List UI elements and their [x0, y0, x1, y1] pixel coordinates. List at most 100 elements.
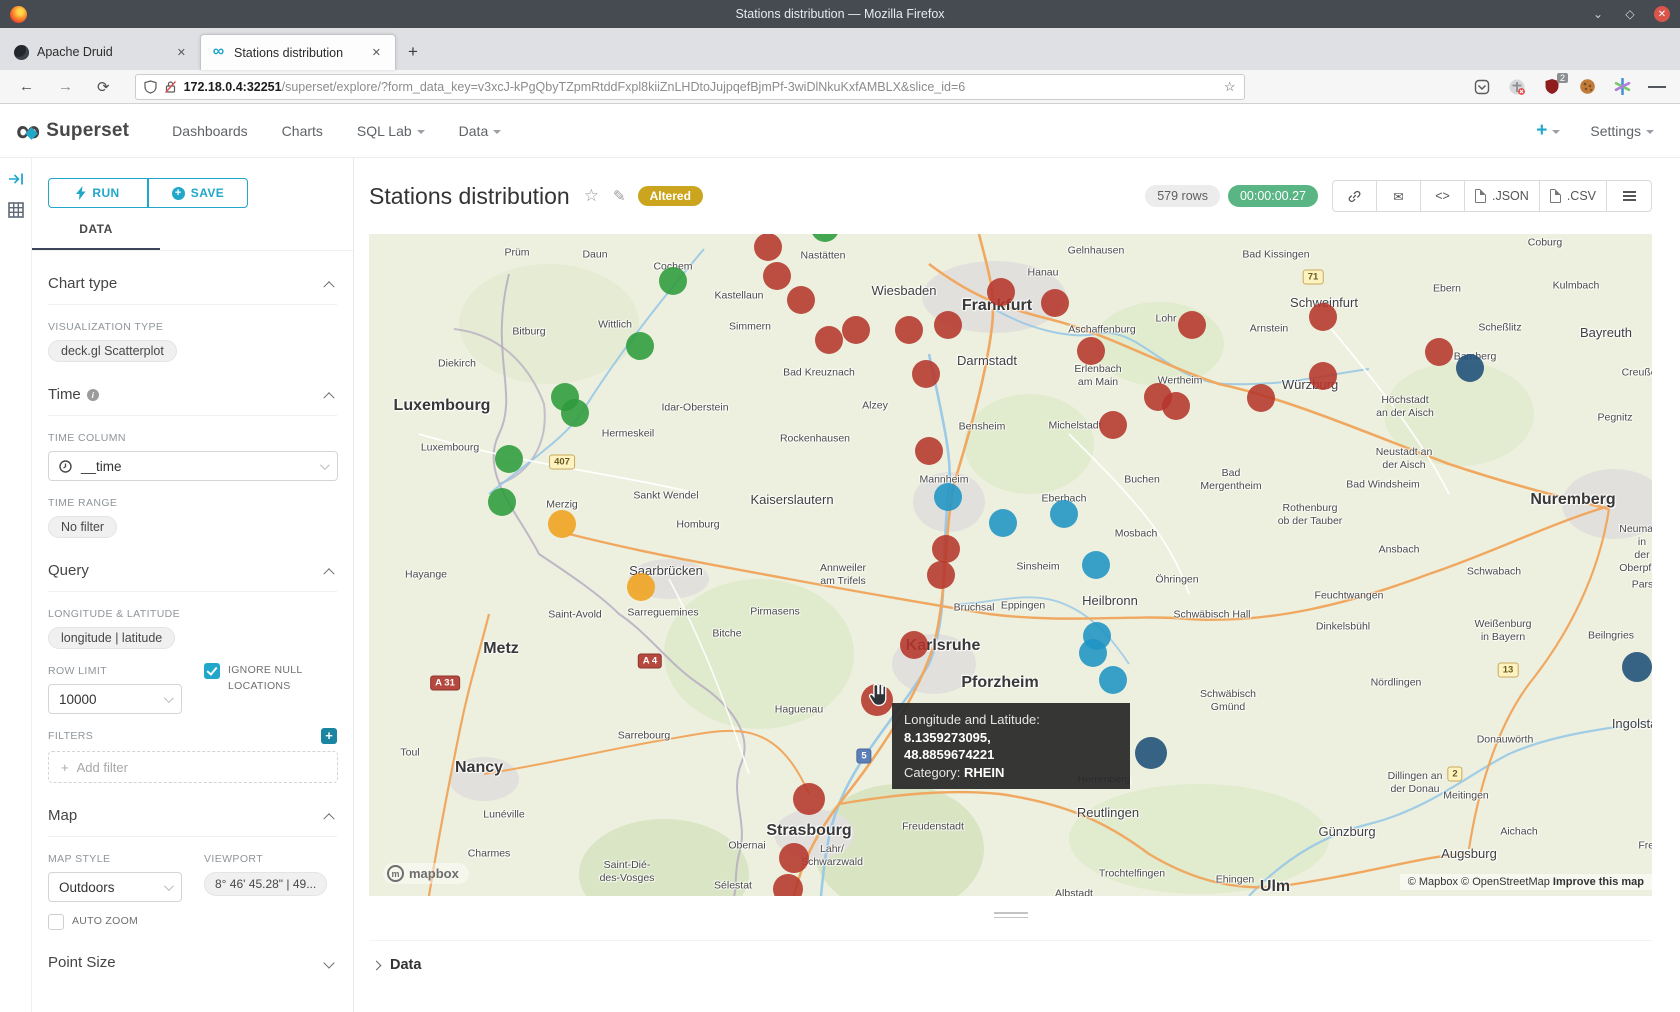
pocket-icon[interactable] — [1473, 78, 1491, 96]
chart-menu-button[interactable] — [1607, 181, 1651, 211]
scatter-point[interactable] — [659, 267, 687, 295]
nav-item-data[interactable]: Data — [442, 123, 519, 139]
scatter-point[interactable] — [1425, 338, 1453, 366]
scatter-point[interactable] — [912, 360, 940, 388]
scatter-point[interactable] — [1079, 639, 1107, 667]
scatter-point[interactable] — [495, 445, 523, 473]
window-maximize-button[interactable]: ◇ — [1622, 6, 1638, 22]
scatter-point[interactable] — [488, 488, 516, 516]
datasource-grid-icon[interactable] — [8, 202, 24, 218]
expand-panel-icon[interactable] — [8, 172, 24, 186]
scatter-point[interactable] — [927, 561, 955, 589]
scatter-point[interactable] — [773, 874, 803, 896]
scatter-point[interactable] — [1456, 354, 1484, 382]
scatter-point[interactable] — [1247, 384, 1275, 412]
scatter-point[interactable] — [900, 631, 928, 659]
auto-zoom-checkbox[interactable] — [48, 914, 64, 930]
scatter-point[interactable] — [934, 483, 962, 511]
scatter-point[interactable] — [1135, 737, 1167, 769]
extension-disabled-icon[interactable] — [1508, 78, 1526, 96]
window-close-button[interactable]: ✕ — [1654, 6, 1670, 22]
export-csv-button[interactable]: .CSV — [1540, 181, 1607, 211]
data-collapse-panel[interactable]: Data — [369, 940, 1652, 973]
row-limit-select[interactable]: 10000 — [48, 684, 182, 714]
scatter-point[interactable] — [793, 783, 825, 815]
scatter-point[interactable] — [1041, 289, 1069, 317]
tab-close-icon[interactable]: ✕ — [173, 44, 190, 61]
tab-data[interactable]: DATA — [32, 222, 160, 250]
superset-logo[interactable]: ∞ Superset — [16, 116, 129, 146]
nav-item-sql-lab[interactable]: SQL Lab — [340, 123, 442, 139]
section-header-point-size[interactable]: Point Size — [48, 954, 337, 983]
pinwheel-extension-icon[interactable] — [1613, 78, 1631, 96]
export-json-button[interactable]: .JSON — [1465, 181, 1540, 211]
section-header-map[interactable]: Map — [48, 807, 337, 837]
tab-close-icon[interactable]: ✕ — [368, 44, 385, 61]
copy-link-button[interactable] — [1333, 181, 1377, 211]
tab-apache-druid[interactable]: Apache Druid ✕ — [4, 34, 200, 70]
run-button[interactable]: RUN — [48, 178, 148, 208]
firefox-menu-icon[interactable] — [1648, 78, 1666, 96]
scatter-point[interactable] — [932, 535, 960, 563]
scatter-point[interactable] — [815, 326, 843, 354]
add-filter-plus-button[interactable]: + — [321, 728, 337, 744]
scatter-point[interactable] — [1178, 311, 1206, 339]
section-header-query[interactable]: Query — [48, 562, 337, 592]
scatter-point[interactable] — [1099, 666, 1127, 694]
scatter-point[interactable] — [989, 509, 1017, 537]
map-style-select[interactable]: Outdoors — [48, 872, 182, 902]
bookmark-star-icon[interactable]: ☆ — [1224, 79, 1236, 95]
ignore-null-checkbox[interactable] — [204, 663, 220, 679]
back-button[interactable]: ← — [10, 78, 43, 95]
scatter-point[interactable] — [915, 437, 943, 465]
ublock-shield-icon[interactable]: 2 — [1543, 78, 1561, 96]
scatter-point[interactable] — [934, 311, 962, 339]
scatter-point[interactable] — [561, 399, 589, 427]
time-column-select[interactable]: __time — [48, 451, 338, 481]
new-item-button[interactable]: + — [1536, 120, 1560, 142]
improve-map-link[interactable]: Improve this map — [1553, 876, 1644, 888]
settings-menu[interactable]: Settings — [1590, 123, 1654, 139]
mapbox-logo[interactable]: m mapbox — [383, 863, 469, 884]
save-button[interactable]: + SAVE — [148, 178, 248, 208]
tracking-shield-icon[interactable] — [144, 80, 157, 94]
scatter-point[interactable] — [1050, 500, 1078, 528]
scatter-point[interactable] — [627, 573, 655, 601]
resize-drag-handle[interactable] — [994, 912, 1028, 918]
tab-stations-distribution[interactable]: ∞ Stations distribution ✕ — [200, 34, 396, 70]
url-bar[interactable]: 172.18.0.4:32251/superset/explore/?form_… — [135, 74, 1245, 100]
forward-button[interactable]: → — [49, 78, 82, 95]
section-header-chart-type[interactable]: Chart type — [48, 275, 337, 305]
scatter-point[interactable] — [754, 234, 782, 261]
favorite-star-icon[interactable]: ☆ — [584, 186, 599, 206]
nav-item-charts[interactable]: Charts — [265, 123, 340, 139]
viz-type-value[interactable]: deck.gl Scatterplot — [48, 340, 177, 362]
embed-code-button[interactable]: <> — [1421, 181, 1465, 211]
time-range-value[interactable]: No filter — [48, 516, 117, 538]
add-filter-dropzone[interactable]: + Add filter — [48, 751, 338, 783]
window-minimize-button[interactable]: ⌄ — [1590, 6, 1606, 22]
insecure-lock-icon[interactable] — [164, 80, 177, 94]
scatter-point[interactable] — [1162, 392, 1190, 420]
reload-button[interactable]: ⟳ — [88, 78, 119, 96]
scatter-point[interactable] — [1099, 411, 1127, 439]
scatter-point[interactable] — [895, 316, 923, 344]
scatter-point[interactable] — [626, 332, 654, 360]
scatter-point[interactable] — [1309, 303, 1337, 331]
scatter-point[interactable] — [763, 262, 791, 290]
scatter-point[interactable] — [779, 843, 809, 873]
edit-properties-icon[interactable]: ✎ — [613, 187, 626, 205]
cookie-icon[interactable] — [1578, 78, 1596, 96]
altered-badge[interactable]: Altered — [638, 186, 703, 206]
email-button[interactable]: ✉ — [1377, 181, 1421, 211]
scatter-point[interactable] — [548, 510, 576, 538]
scatter-point[interactable] — [787, 286, 815, 314]
viewport-value[interactable]: 8° 46' 45.28" | 49... — [204, 872, 327, 896]
nav-item-dashboards[interactable]: Dashboards — [155, 123, 265, 139]
scatter-point[interactable] — [1082, 551, 1110, 579]
scatter-point[interactable] — [987, 278, 1015, 306]
section-header-time[interactable]: Timei — [48, 386, 337, 416]
deckgl-scatter-map[interactable]: PrümDaunCochemNastättenGelnhausenBad Kis… — [369, 234, 1652, 896]
lonlat-value[interactable]: longitude | latitude — [48, 627, 175, 649]
scatter-point[interactable] — [1309, 362, 1337, 390]
